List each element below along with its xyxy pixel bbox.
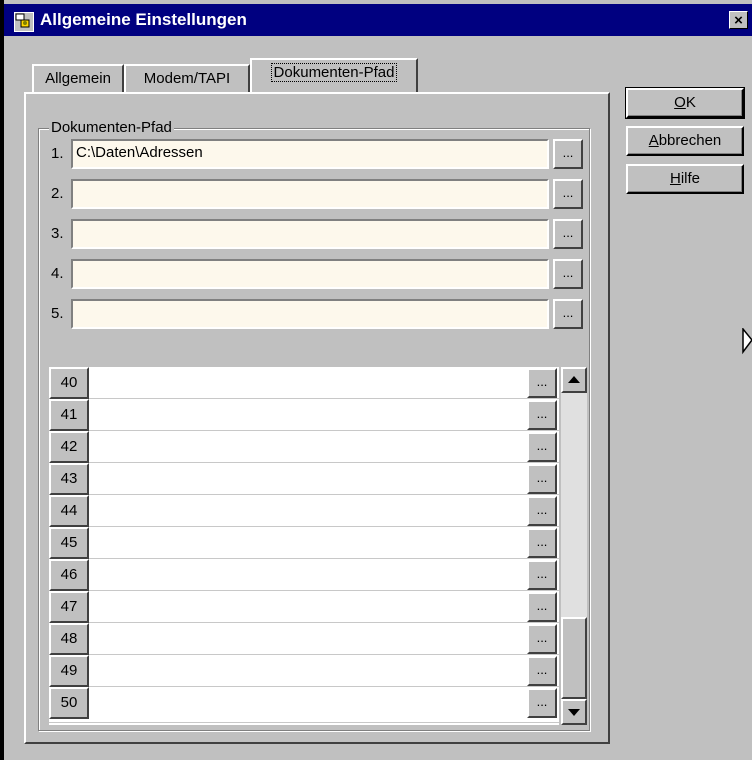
path-field-3[interactable] bbox=[71, 219, 549, 249]
row-cell[interactable] bbox=[91, 559, 525, 590]
row-browse-button[interactable]: ... bbox=[527, 464, 557, 494]
path-field-5[interactable] bbox=[71, 299, 549, 329]
browse-button-3[interactable]: ... bbox=[553, 219, 583, 249]
arrow-down-icon bbox=[568, 709, 580, 716]
row-cell[interactable] bbox=[91, 431, 525, 462]
help-mnemonic: H bbox=[669, 170, 681, 187]
path-field-1[interactable]: C:\Daten\Adressen bbox=[71, 139, 549, 169]
row-header[interactable]: 41 bbox=[49, 399, 89, 431]
row-header[interactable]: 45 bbox=[49, 527, 89, 559]
row-browse-button[interactable]: ... bbox=[527, 432, 557, 462]
help-label: ilfe bbox=[680, 170, 701, 187]
vertical-scrollbar[interactable] bbox=[561, 367, 587, 725]
title-bar[interactable]: Allgemeine Einstellungen × bbox=[4, 4, 752, 36]
ok-mnemonic: O bbox=[674, 94, 686, 111]
window-edge bbox=[0, 0, 4, 760]
settings-dialog: Allgemeine Einstellungen × Allgemein Mod… bbox=[0, 0, 752, 760]
tab-label: Dokumenten-Pfad bbox=[270, 63, 398, 82]
cancel-mnemonic: A bbox=[648, 132, 659, 149]
table-row: 40 ... bbox=[49, 367, 559, 399]
path-field-2[interactable] bbox=[71, 179, 549, 209]
scroll-up-button[interactable] bbox=[561, 367, 587, 393]
browse-button-1[interactable]: ... bbox=[553, 139, 583, 169]
path-number: 5. bbox=[51, 305, 64, 322]
row-header[interactable]: 50 bbox=[49, 687, 89, 719]
tab-label: Modem/TAPI bbox=[143, 70, 231, 87]
row-browse-button[interactable]: ... bbox=[527, 528, 557, 558]
table-row: 47 ... bbox=[49, 591, 559, 623]
row-browse-button[interactable]: ... bbox=[527, 560, 557, 590]
row-cell[interactable] bbox=[91, 687, 525, 718]
path-number: 1. bbox=[51, 145, 64, 162]
tab-dokumenten-pfad[interactable]: Dokumenten-Pfad bbox=[250, 58, 418, 92]
ok-label: K bbox=[685, 94, 696, 111]
row-header[interactable]: 49 bbox=[49, 655, 89, 687]
row-browse-button[interactable]: ... bbox=[527, 368, 557, 398]
path-number: 3. bbox=[51, 225, 64, 242]
row-header[interactable]: 40 bbox=[49, 367, 89, 399]
cancel-label: bbrechen bbox=[658, 132, 722, 149]
tab-label: Allgemein bbox=[45, 70, 111, 87]
document-path-group: Dokumenten-Pfad 1. C:\Daten\Adressen ...… bbox=[38, 119, 590, 731]
path-grid: 40 ... 41 ... 42 ... 43 ... 44 ... 45 ..… bbox=[49, 367, 559, 725]
row-cell[interactable] bbox=[91, 463, 525, 494]
app-icon bbox=[14, 12, 34, 32]
browse-button-2[interactable]: ... bbox=[553, 179, 583, 209]
row-cell[interactable] bbox=[91, 591, 525, 622]
help-button[interactable]: Hilfe bbox=[626, 164, 744, 194]
row-header[interactable]: 44 bbox=[49, 495, 89, 527]
row-header[interactable]: 46 bbox=[49, 559, 89, 591]
tab-panel: Dokumenten-Pfad 1. C:\Daten\Adressen ...… bbox=[24, 92, 610, 744]
table-row: 50 ... bbox=[49, 687, 559, 723]
window-title: Allgemeine Einstellungen bbox=[40, 10, 247, 29]
row-cell[interactable] bbox=[91, 623, 525, 654]
table-row: 46 ... bbox=[49, 559, 559, 591]
ok-button[interactable]: OK bbox=[625, 87, 745, 119]
row-cell[interactable] bbox=[91, 367, 525, 398]
tab-modem-tapi[interactable]: Modem/TAPI bbox=[124, 64, 250, 92]
table-row: 43 ... bbox=[49, 463, 559, 495]
row-cell[interactable] bbox=[91, 527, 525, 558]
table-row: 49 ... bbox=[49, 655, 559, 687]
row-header[interactable]: 48 bbox=[49, 623, 89, 655]
row-cell[interactable] bbox=[91, 655, 525, 686]
table-row: 41 ... bbox=[49, 399, 559, 431]
row-browse-button[interactable]: ... bbox=[527, 656, 557, 686]
row-header[interactable]: 47 bbox=[49, 591, 89, 623]
table-row: 44 ... bbox=[49, 495, 559, 527]
tab-allgemein[interactable]: Allgemein bbox=[32, 64, 124, 92]
cancel-button[interactable]: Abbrechen bbox=[626, 126, 744, 156]
path-number: 4. bbox=[51, 265, 64, 282]
browse-button-5[interactable]: ... bbox=[553, 299, 583, 329]
row-header[interactable]: 42 bbox=[49, 431, 89, 463]
row-header[interactable]: 43 bbox=[49, 463, 89, 495]
scroll-thumb[interactable] bbox=[561, 617, 587, 699]
table-row: 45 ... bbox=[49, 527, 559, 559]
row-browse-button[interactable]: ... bbox=[527, 592, 557, 622]
row-browse-button[interactable]: ... bbox=[527, 688, 557, 718]
row-cell[interactable] bbox=[91, 399, 525, 430]
row-cell[interactable] bbox=[91, 495, 525, 526]
mouse-cursor-icon bbox=[742, 328, 752, 355]
arrow-up-icon bbox=[568, 376, 580, 383]
browse-button-4[interactable]: ... bbox=[553, 259, 583, 289]
row-browse-button[interactable]: ... bbox=[527, 624, 557, 654]
row-browse-button[interactable]: ... bbox=[527, 400, 557, 430]
table-row: 42 ... bbox=[49, 431, 559, 463]
scroll-down-button[interactable] bbox=[561, 699, 587, 725]
table-row: 48 ... bbox=[49, 623, 559, 655]
close-button[interactable]: × bbox=[729, 11, 748, 29]
path-field-4[interactable] bbox=[71, 259, 549, 289]
path-number: 2. bbox=[51, 185, 64, 202]
row-browse-button[interactable]: ... bbox=[527, 496, 557, 526]
group-label: Dokumenten-Pfad bbox=[49, 119, 174, 136]
